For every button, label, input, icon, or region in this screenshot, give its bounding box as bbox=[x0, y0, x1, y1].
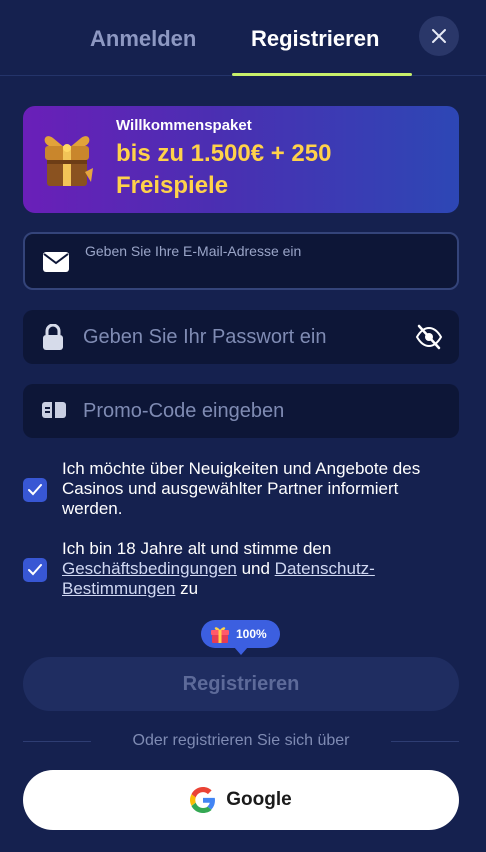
checkmark-icon bbox=[28, 564, 42, 576]
social-divider: Oder registrieren Sie sich über bbox=[23, 731, 459, 751]
modal-header: Anmelden Registrieren bbox=[0, 0, 486, 76]
promo-code-input[interactable] bbox=[83, 384, 413, 438]
terms-link[interactable]: Geschäftsbedingungen bbox=[62, 559, 237, 578]
google-icon bbox=[190, 787, 216, 813]
email-input[interactable] bbox=[85, 234, 415, 268]
gift-chest-icon bbox=[44, 136, 93, 186]
banner-subtitle: Willkommenspaket bbox=[116, 117, 252, 134]
tab-register[interactable]: Registrieren bbox=[251, 26, 379, 52]
tab-login[interactable]: Anmelden bbox=[90, 26, 196, 52]
ticket-icon bbox=[42, 402, 66, 418]
close-button[interactable] bbox=[419, 16, 459, 56]
register-button[interactable]: Registrieren bbox=[23, 657, 459, 711]
terms-text-after: zu bbox=[175, 579, 199, 598]
promo-field-container bbox=[23, 384, 459, 438]
banner-headline: bis zu 1.500€ + 250 Freispiele bbox=[116, 140, 332, 199]
envelope-icon bbox=[43, 252, 69, 272]
checkmark-icon bbox=[28, 484, 42, 496]
lock-icon bbox=[43, 324, 63, 350]
active-tab-indicator bbox=[232, 73, 412, 76]
terms-text-before: Ich bin 18 Jahre alt und stimme den bbox=[62, 539, 332, 558]
gift-icon bbox=[211, 627, 229, 643]
bonus-badge-pointer bbox=[234, 647, 248, 655]
password-field-container bbox=[23, 310, 459, 364]
terms-text-middle: und bbox=[236, 559, 275, 578]
google-button-label: Google bbox=[226, 789, 292, 810]
divider-line-right bbox=[391, 741, 459, 742]
email-field-container bbox=[23, 232, 459, 290]
terms-checkbox[interactable] bbox=[23, 558, 47, 582]
newsletter-consent-text: Ich möchte über Neuigkeiten und Angebote… bbox=[62, 459, 421, 518]
eye-off-icon[interactable] bbox=[415, 323, 443, 351]
google-signup-button[interactable]: Google bbox=[23, 770, 459, 830]
bonus-badge-label: 100% bbox=[236, 627, 267, 641]
welcome-banner: Willkommenspaket bis zu 1.500€ + 250 Fre… bbox=[23, 106, 459, 213]
terms-consent-text: Ich bin 18 Jahre alt und stimme den Gesc… bbox=[62, 539, 462, 599]
password-input[interactable] bbox=[83, 310, 413, 364]
newsletter-checkbox[interactable] bbox=[23, 478, 47, 502]
close-icon bbox=[432, 29, 446, 43]
bonus-badge: 100% bbox=[201, 620, 280, 648]
